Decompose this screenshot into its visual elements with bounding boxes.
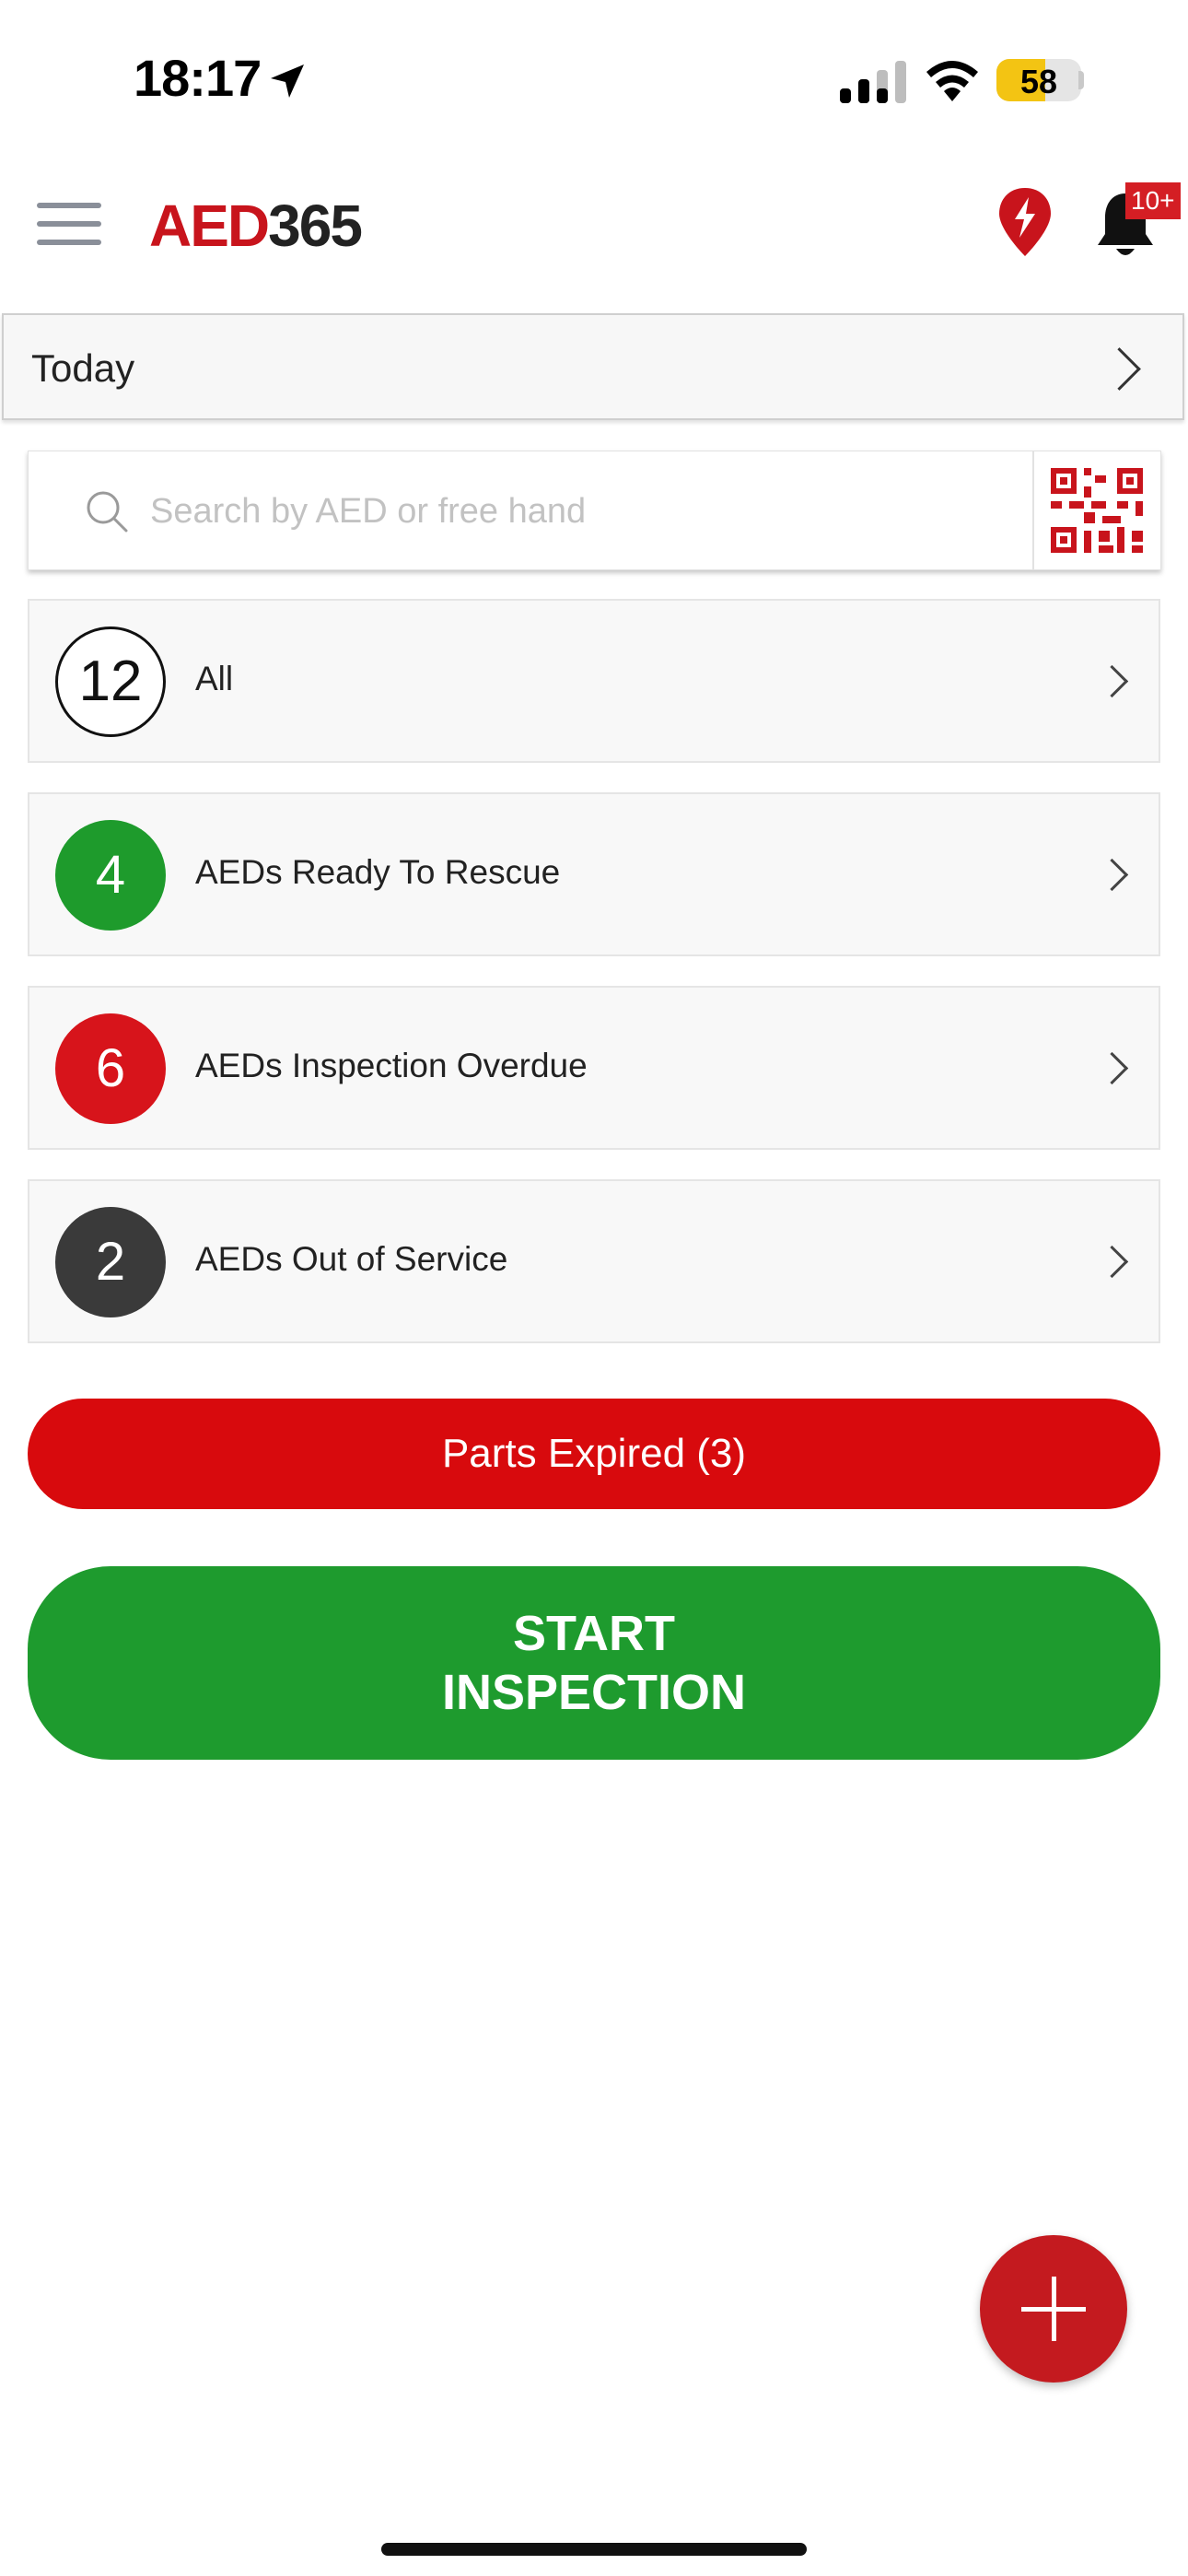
parts-expired-button[interactable]: Parts Expired (3) (28, 1399, 1160, 1509)
app-logo: AED365 (149, 193, 363, 259)
category-row-out-of-service[interactable]: 2 AEDs Out of Service (28, 1179, 1160, 1343)
date-filter-label: Today (31, 346, 135, 390)
search-input[interactable] (150, 477, 1025, 545)
logo-text-365: 365 (268, 193, 363, 259)
location-arrow-icon (271, 64, 304, 98)
chevron-right-icon (1095, 1245, 1129, 1279)
chevron-right-icon (1095, 664, 1129, 698)
search-icon (87, 491, 128, 533)
start-inspection-button[interactable]: START INSPECTION (28, 1566, 1160, 1760)
battery-percent: 58 (1019, 63, 1058, 100)
category-row-ready[interactable]: 4 AEDs Ready To Rescue (28, 792, 1160, 956)
app-screen: 18:17 58 AED365 10+ Today Search by AED … (0, 0, 1188, 2576)
start-inspection-label: START INSPECTION (441, 1606, 747, 1720)
chevron-right-icon (1095, 1051, 1129, 1085)
category-label: All (195, 660, 234, 697)
logo-text-aed: AED (149, 193, 270, 259)
battery-icon: 58 (996, 59, 1081, 101)
category-label: AEDs Inspection Overdue (195, 1047, 588, 1084)
count-badge: 4 (55, 820, 166, 931)
chevron-right-icon (1098, 347, 1141, 391)
status-time: 18:17 (134, 49, 262, 107)
category-label: AEDs Out of Service (195, 1240, 508, 1278)
qr-code-icon (1051, 468, 1143, 553)
count-badge: 6 (55, 1013, 166, 1124)
notification-badge: 10+ (1125, 182, 1181, 219)
category-label: AEDs Ready To Rescue (195, 853, 561, 891)
battery-tip (1078, 71, 1084, 89)
status-bar: 18:17 58 (0, 0, 1188, 157)
count-badge: 2 (55, 1207, 166, 1317)
wifi-icon (926, 61, 978, 101)
qr-scan-button[interactable] (1032, 451, 1160, 569)
home-indicator[interactable] (381, 2543, 807, 2556)
menu-icon[interactable] (37, 201, 101, 247)
category-row-overdue[interactable]: 6 AEDs Inspection Overdue (28, 986, 1160, 1150)
category-row-all[interactable]: 12 All (28, 599, 1160, 763)
cellular-signal-icon (840, 61, 906, 103)
aed-location-pin-icon[interactable] (996, 186, 1054, 258)
date-filter-bar[interactable]: Today (2, 313, 1184, 420)
chevron-right-icon (1095, 858, 1129, 892)
search-bar (28, 451, 1161, 570)
add-button[interactable] (980, 2235, 1127, 2383)
count-badge: 12 (55, 626, 166, 737)
